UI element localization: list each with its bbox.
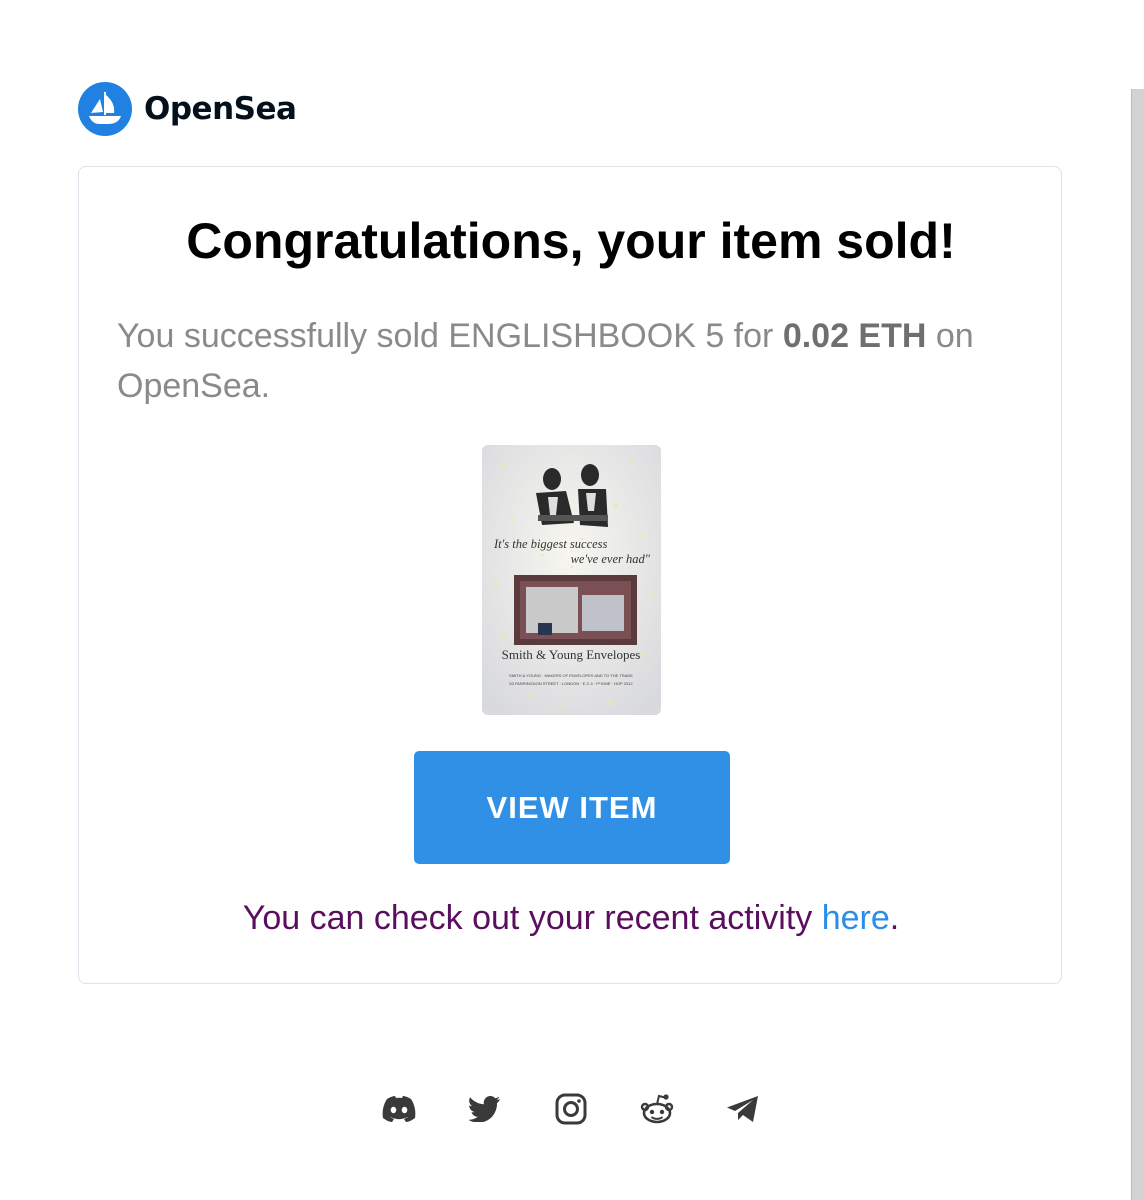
nft-fine-print-2: 53 FARRINGDON STREET · LONDON · E.C.4 · … xyxy=(509,681,633,686)
discord-icon[interactable] xyxy=(380,1090,418,1128)
telegram-icon[interactable] xyxy=(724,1090,762,1128)
brand-name: OpenSea xyxy=(144,91,297,127)
header: OpenSea xyxy=(78,82,297,136)
email-card: Congratulations, your item sold! You suc… xyxy=(78,166,1062,984)
nft-line-3: Smith & Young Envelopes xyxy=(502,647,641,662)
activity-message: You can check out your recent activity h… xyxy=(79,899,1063,938)
activity-link[interactable]: here xyxy=(822,899,890,937)
headline: Congratulations, your item sold! xyxy=(186,213,956,269)
instagram-icon[interactable] xyxy=(552,1090,590,1128)
nft-fine-print-1: SMITH & YOUNG · MAKERS OF ENVELOPES AND … xyxy=(509,673,633,678)
sale-price: 0.02 ETH xyxy=(782,317,927,355)
nft-line-2: we've ever had" xyxy=(571,552,651,566)
reddit-icon[interactable] xyxy=(638,1090,676,1128)
scrollbar[interactable] xyxy=(1131,89,1144,1200)
sale-message: You successfully sold ENGLISHBOOK 5 for … xyxy=(117,311,1017,411)
view-item-button[interactable]: VIEW ITEM xyxy=(414,751,730,864)
activity-prefix: You can check out your recent activity xyxy=(242,899,822,937)
nft-line-1: It's the biggest success xyxy=(493,537,608,551)
opensea-logo-icon[interactable] xyxy=(78,82,132,136)
social-links xyxy=(380,1090,762,1128)
message-prefix: You successfully sold ENGLISHBOOK 5 for xyxy=(117,317,783,355)
nft-artwork: It's the biggest success we've ever had"… xyxy=(482,445,661,715)
activity-suffix: . xyxy=(889,899,900,937)
twitter-icon[interactable] xyxy=(466,1090,504,1128)
nft-image[interactable]: It's the biggest success we've ever had"… xyxy=(482,445,661,715)
